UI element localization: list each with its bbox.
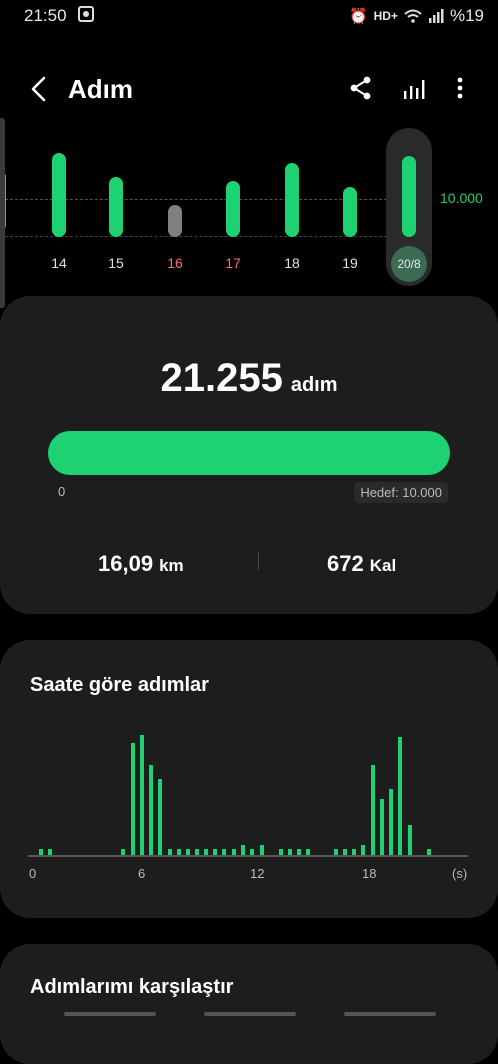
day-bar-17[interactable] [226, 181, 240, 237]
hourly-bar [371, 765, 375, 855]
status-bar: 21:50 ⏰ HD+ %19 [0, 0, 498, 32]
page-title: Adım [68, 74, 133, 104]
day-label-18: 18 [284, 255, 300, 271]
back-chevron-icon[interactable] [26, 74, 52, 104]
goal-line-label: 10.000 [440, 190, 483, 206]
more-vert-icon[interactable] [446, 74, 474, 102]
hourly-tick-12: 12 [250, 866, 265, 881]
hourly-axis [28, 855, 468, 857]
nav-handle-recent[interactable] [64, 1012, 156, 1016]
edge-panel-handle[interactable] [0, 118, 5, 308]
hourly-steps-card[interactable]: Saate göre adımlar 0 6 12 18 (s) [0, 640, 498, 918]
day-bar-19[interactable] [343, 187, 357, 237]
hourly-bar [260, 845, 264, 855]
compare-steps-card[interactable]: Adımlarımı karşılaştır [0, 944, 498, 1064]
hourly-tick-18: 18 [362, 866, 377, 881]
progress-goal-label: Hedef: 10.000 [354, 482, 448, 503]
compare-title: Adımlarımı karşılaştır [30, 976, 234, 998]
selected-day-badge[interactable]: 20/8 [391, 246, 427, 282]
calories-unit: Kal [369, 556, 397, 575]
hourly-bar [131, 743, 135, 855]
status-icons: ⏰ HD+ %19 [349, 6, 484, 26]
day-label-14: 14 [51, 255, 67, 271]
day-label-19: 19 [342, 255, 358, 271]
distance-value: 16,09 [98, 551, 154, 576]
hourly-tick-0: 0 [29, 866, 37, 881]
day-label-16: 16 [167, 255, 183, 271]
calories-stat: 672 Kal [327, 551, 396, 577]
nav-handle-back[interactable] [344, 1012, 436, 1016]
screen-record-icon [78, 6, 94, 22]
day-bar-18[interactable] [285, 163, 299, 237]
day-bar-14[interactable] [52, 153, 66, 237]
hourly-bar [389, 789, 393, 855]
progress-min-label: 0 [58, 484, 66, 499]
hourly-bar [158, 779, 162, 855]
steps-summary-card: 21.255 adım 0 Hedef: 10.000 16,09 km 672 Ka… [0, 296, 498, 614]
hourly-bar [149, 765, 153, 855]
hourly-title: Saate göre adımlar [30, 674, 209, 696]
day-bar-15[interactable] [109, 177, 123, 237]
hourly-tick-unit: (s) [452, 866, 468, 881]
steps-count: 21.255 [160, 356, 283, 400]
hourly-tick-6: 6 [138, 866, 146, 881]
nav-handle-home[interactable] [204, 1012, 296, 1016]
steps-progress-bar [48, 431, 450, 475]
signal-icon [428, 9, 444, 23]
distance-stat: 16,09 km [98, 551, 184, 577]
day-bar-selected[interactable] [402, 156, 416, 237]
calories-value: 672 [327, 551, 364, 576]
app-bar: Adım [0, 60, 498, 116]
stat-divider [258, 552, 259, 570]
hourly-bar [398, 737, 402, 855]
hourly-bar [361, 845, 365, 855]
share-icon[interactable] [347, 74, 375, 102]
bar-chart-icon[interactable] [401, 74, 429, 102]
day-label-17: 17 [225, 255, 241, 271]
hourly-bar [140, 735, 144, 855]
steps-total: 21.255 adım [0, 356, 498, 401]
day-label-15: 15 [108, 255, 124, 271]
alarm-icon: ⏰ [348, 8, 368, 25]
day-bar-16[interactable] [168, 205, 182, 237]
weekly-steps-strip[interactable]: 10.000 3 14 15 16 17 18 19 20/8 [0, 118, 498, 298]
status-time: 21:50 [24, 6, 67, 25]
distance-unit: km [159, 556, 184, 575]
network-label: HD+ [373, 9, 398, 23]
wifi-icon [404, 9, 422, 23]
hourly-bar [408, 825, 412, 855]
battery-percent: %19 [449, 6, 484, 25]
hourly-bar [380, 799, 384, 855]
hourly-bar [241, 845, 245, 855]
steps-unit: adım [290, 374, 338, 396]
baseline-line [0, 236, 432, 237]
